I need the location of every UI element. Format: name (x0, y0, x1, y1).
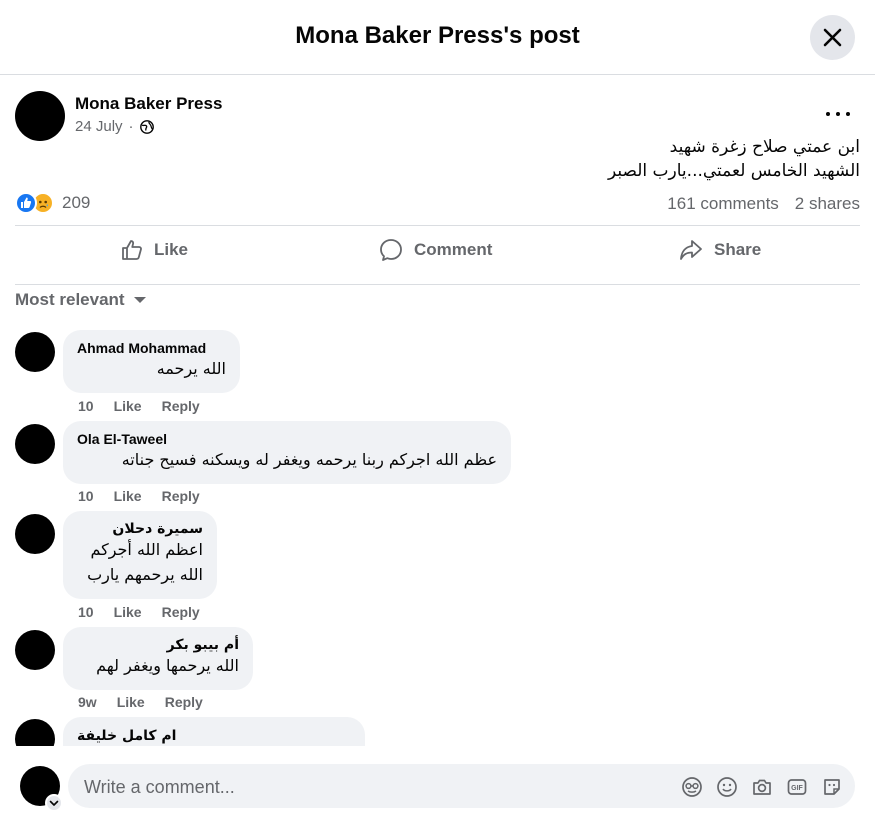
sort-label: Most relevant (15, 290, 125, 309)
comment-reply-button[interactable]: Reply (165, 694, 203, 710)
dialog-title: Mona Baker Press's post (295, 22, 580, 49)
share-icon (680, 240, 702, 260)
comment-like-button[interactable]: Like (114, 488, 142, 504)
post-text-line-1: ابن عمتي صلاح زغرة شهيد (669, 137, 860, 157)
comment-text: الله يرحمها ويغفر لهم (96, 656, 239, 675)
close-icon (823, 28, 842, 47)
like-button[interactable]: Like (120, 228, 188, 272)
reactions-summary[interactable]: 209 (15, 192, 90, 214)
commenter-name[interactable]: سميرة دحلان (77, 521, 203, 537)
dialog-header: Mona Baker Press's post (0, 0, 875, 75)
sticker-icon[interactable] (681, 776, 703, 798)
meta-separator: · (128, 118, 134, 135)
comment-time[interactable]: 10 (78, 398, 94, 414)
commenter-name[interactable]: Ahmad Mohammad (77, 340, 226, 356)
globe-icon (139, 119, 154, 134)
comment-bubble: سميرة دحلان اعظم الله أجركم الله يرحمهم … (63, 511, 217, 599)
comment-text: عظم الله اجركم ربنا يرحمه ويغفر له ويسكن… (121, 450, 497, 469)
post-date[interactable]: 24 July (75, 118, 123, 135)
share-button[interactable]: Share (678, 228, 761, 272)
comment-time[interactable]: 10 (78, 488, 94, 504)
profile-switch-button[interactable] (45, 794, 63, 812)
comment-actions: 10 Like Reply (78, 488, 200, 504)
sticker-face-icon[interactable] (821, 776, 843, 798)
svg-text:GIF: GIF (791, 785, 803, 792)
comment-time[interactable]: 9w (78, 694, 97, 710)
share-button-label: Share (714, 240, 762, 259)
comment-bubble: Ahmad Mohammad الله يرحمه (63, 330, 240, 393)
author-name[interactable]: Mona Baker Press (75, 94, 222, 114)
comment-reply-button[interactable]: Reply (162, 488, 200, 504)
commenter-name[interactable]: Ola El-Taweel (77, 431, 497, 447)
comments-count[interactable]: 161 comments (667, 194, 779, 214)
comment-actions: 10 Like Reply (78, 398, 200, 414)
commenter-avatar[interactable] (15, 514, 55, 554)
gif-icon[interactable]: GIF (786, 776, 808, 798)
comment-bubble: Ola El-Taweel عظم الله اجركم ربنا يرحمه … (63, 421, 511, 484)
commenter-name[interactable]: أم بيبو بكر (77, 637, 239, 653)
comment-bubble: ام كامل خليفة (63, 717, 365, 746)
chevron-down-icon (49, 800, 59, 806)
comment-bubble: أم بيبو بكر الله يرحمها ويغفر لهم (63, 627, 253, 690)
reaction-count: 209 (62, 193, 91, 212)
more-icon-dot (836, 112, 840, 116)
comment-input-container[interactable]: GIF (68, 764, 855, 810)
like-icon (122, 240, 142, 260)
comment-reply-button[interactable]: Reply (162, 398, 200, 414)
post-text-line-2: الشهيد الخامس لعمتي...يارب الصبر (607, 161, 860, 181)
commenter-name[interactable]: ام كامل خليفة (77, 728, 176, 744)
comment-reply-button[interactable]: Reply (162, 604, 200, 620)
comment-button-label: Comment (414, 240, 493, 259)
comment-like-button[interactable]: Like (117, 694, 145, 710)
divider (15, 284, 860, 285)
comment-input[interactable] (82, 764, 646, 810)
comment-button[interactable]: Comment (378, 228, 492, 272)
commenter-avatar[interactable] (15, 424, 55, 464)
comment-time[interactable]: 10 (78, 604, 94, 620)
commenter-avatar[interactable] (15, 332, 55, 372)
comment-like-button[interactable]: Like (114, 398, 142, 414)
comment-like-button[interactable]: Like (114, 604, 142, 620)
more-icon (826, 112, 830, 116)
divider (15, 225, 860, 226)
emoji-icon[interactable] (716, 776, 738, 798)
more-options-button[interactable] (820, 102, 856, 126)
comment-icon (380, 239, 402, 261)
post-meta: 24 July · (75, 118, 154, 135)
engagement-counts: 161 comments 2 shares (667, 194, 860, 214)
like-button-label: Like (154, 240, 189, 259)
caret-down-icon (133, 297, 146, 303)
comment-sort-dropdown[interactable]: Most relevant (15, 290, 147, 310)
comment-actions: 9w Like Reply (78, 694, 203, 710)
comment-text-line-1: اعظم الله أجركم (90, 540, 203, 559)
comment-text-line-2: الله يرحمهم يارب (87, 565, 203, 584)
author-avatar[interactable] (15, 91, 65, 141)
commenter-avatar[interactable] (15, 630, 55, 670)
more-icon-dot (846, 112, 850, 116)
camera-icon[interactable] (751, 776, 773, 798)
like-reaction-icon (15, 192, 37, 214)
shares-count[interactable]: 2 shares (795, 194, 860, 214)
comment-text: الله يرحمه (156, 359, 226, 378)
close-button[interactable] (810, 15, 855, 60)
commenter-avatar[interactable] (15, 719, 55, 746)
post-scroll-area[interactable]: Mona Baker Press 24 July · ابن عمتي صلاح… (0, 76, 875, 746)
comment-actions: 10 Like Reply (78, 604, 200, 620)
comment-composer: GIF (0, 746, 875, 832)
